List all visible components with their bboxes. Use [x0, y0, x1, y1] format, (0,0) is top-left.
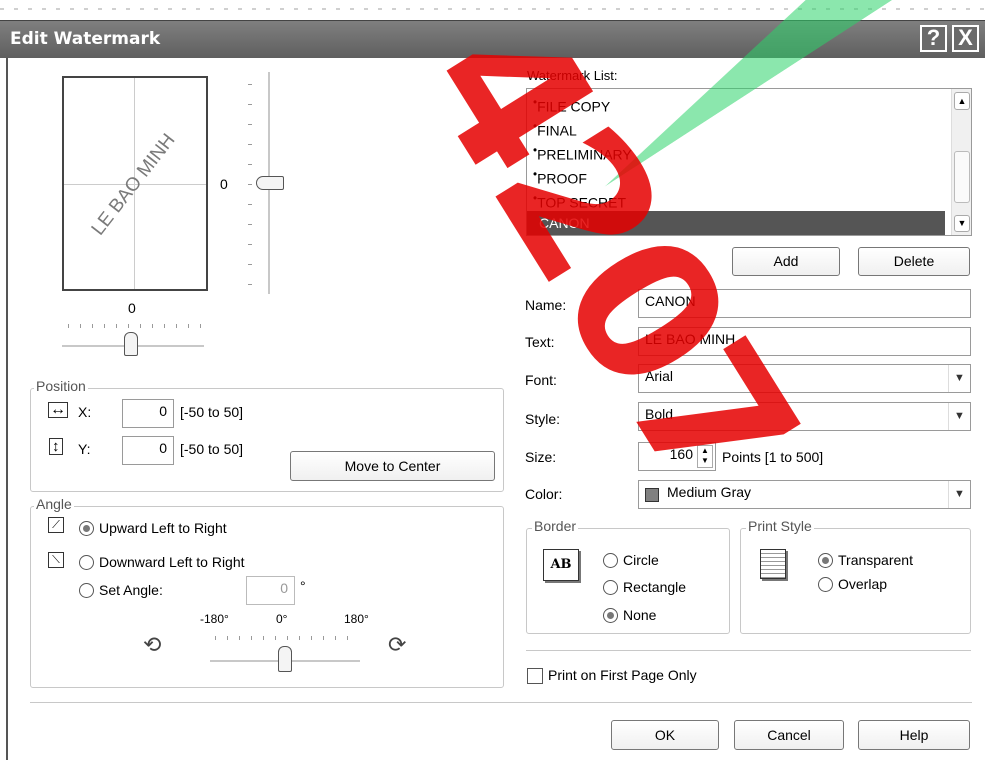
downward-label: Downward Left to Right	[99, 554, 245, 570]
right-separator	[526, 650, 971, 651]
v-tick	[248, 204, 252, 205]
none-label: None	[623, 607, 657, 623]
x-input[interactable]: 0	[122, 399, 174, 428]
close-title-button[interactable]: X	[952, 25, 979, 52]
border-ab-icon: AB	[543, 549, 579, 581]
upward-label: Upward Left to Right	[99, 520, 227, 536]
rectangle-radio[interactable]	[603, 580, 618, 595]
vertical-slider-value: 0	[220, 176, 228, 192]
v-tick	[248, 224, 252, 225]
y-input[interactable]: 0	[122, 436, 174, 465]
first-page-checkbox[interactable]	[527, 668, 543, 684]
vertical-arrows-icon: ↕	[49, 438, 63, 455]
circle-radio[interactable]	[603, 553, 618, 568]
preview-page: LE BAO MINH	[62, 76, 208, 291]
v-tick	[248, 84, 252, 85]
angle-min-label: -180°	[200, 612, 229, 626]
degree-sign: °	[300, 578, 306, 594]
chevron-down-icon: ▼	[948, 481, 970, 508]
x-label: X:	[78, 404, 92, 420]
cancel-button[interactable]: Cancel	[734, 720, 844, 750]
horizontal-arrows-icon: ↔	[48, 401, 68, 418]
angle-max-label: 180°	[344, 612, 369, 626]
angle-slider-ticks	[215, 636, 357, 640]
angle-group-label: Angle	[34, 496, 74, 512]
transparent-radio[interactable]	[818, 553, 833, 568]
rectangle-label: Rectangle	[623, 579, 687, 595]
overlap-radio[interactable]	[818, 577, 833, 592]
print-style-icon	[760, 549, 786, 579]
transparent-label: Transparent	[838, 552, 913, 568]
set-angle-label: Set Angle:	[99, 582, 163, 598]
downward-angle-icon: ⟍	[48, 552, 64, 568]
angle-slider-thumb[interactable]	[278, 646, 292, 672]
v-tick	[248, 184, 252, 185]
border-group-label: Border	[532, 518, 579, 534]
footer-separator	[30, 702, 972, 703]
font-label: Font:	[525, 372, 557, 388]
upward-radio[interactable]	[79, 521, 94, 536]
horizontal-slider-value: 0	[128, 300, 136, 316]
style-label: Style:	[525, 411, 561, 427]
delete-button[interactable]: Delete	[858, 247, 970, 276]
angle-mid-label: 0°	[276, 612, 288, 626]
help-title-button[interactable]: ?	[920, 25, 947, 52]
overlap-label: Overlap	[838, 576, 888, 592]
v-tick	[248, 144, 252, 145]
vertical-slider-thumb[interactable]	[256, 176, 284, 190]
move-to-center-button[interactable]: Move to Center	[290, 451, 495, 481]
position-group-label: Position	[34, 378, 88, 394]
upward-angle-icon: ⟋	[48, 517, 64, 533]
list-scrollbar[interactable]: ▲ ▼	[951, 89, 971, 235]
help-button[interactable]: Help	[858, 720, 970, 750]
horizontal-slider-ticks	[68, 324, 208, 328]
set-angle-input[interactable]: 0	[246, 576, 295, 605]
rotate-right-icon[interactable]: ⟳	[388, 632, 406, 658]
y-range: [-50 to 50]	[180, 441, 244, 457]
scroll-thumb[interactable]	[954, 151, 970, 203]
x-range: [-50 to 50]	[180, 404, 244, 420]
y-label: Y:	[78, 441, 91, 457]
size-label: Size:	[525, 449, 557, 465]
horizontal-slider-thumb[interactable]	[124, 332, 138, 356]
ok-button[interactable]: OK	[611, 720, 719, 750]
rotate-left-icon[interactable]: ⟲	[143, 632, 161, 658]
first-page-label: Print on First Page Only	[548, 667, 697, 683]
v-tick	[248, 244, 252, 245]
v-tick	[248, 164, 252, 165]
v-tick	[248, 124, 252, 125]
chevron-down-icon: ▼	[948, 365, 970, 392]
chevron-down-icon: ▼	[948, 403, 970, 430]
downward-radio[interactable]	[79, 555, 94, 570]
circle-label: Circle	[623, 552, 659, 568]
scroll-up-button[interactable]: ▲	[954, 92, 970, 110]
set-angle-radio[interactable]	[79, 583, 94, 598]
v-tick	[248, 284, 252, 285]
v-tick	[248, 264, 252, 265]
window-title: Edit Watermark	[10, 29, 161, 49]
color-label: Color:	[525, 486, 563, 502]
print-style-group-label: Print Style	[746, 518, 814, 534]
v-tick	[248, 104, 252, 105]
scroll-down-button[interactable]: ▼	[954, 215, 970, 232]
none-radio[interactable]	[603, 608, 618, 623]
